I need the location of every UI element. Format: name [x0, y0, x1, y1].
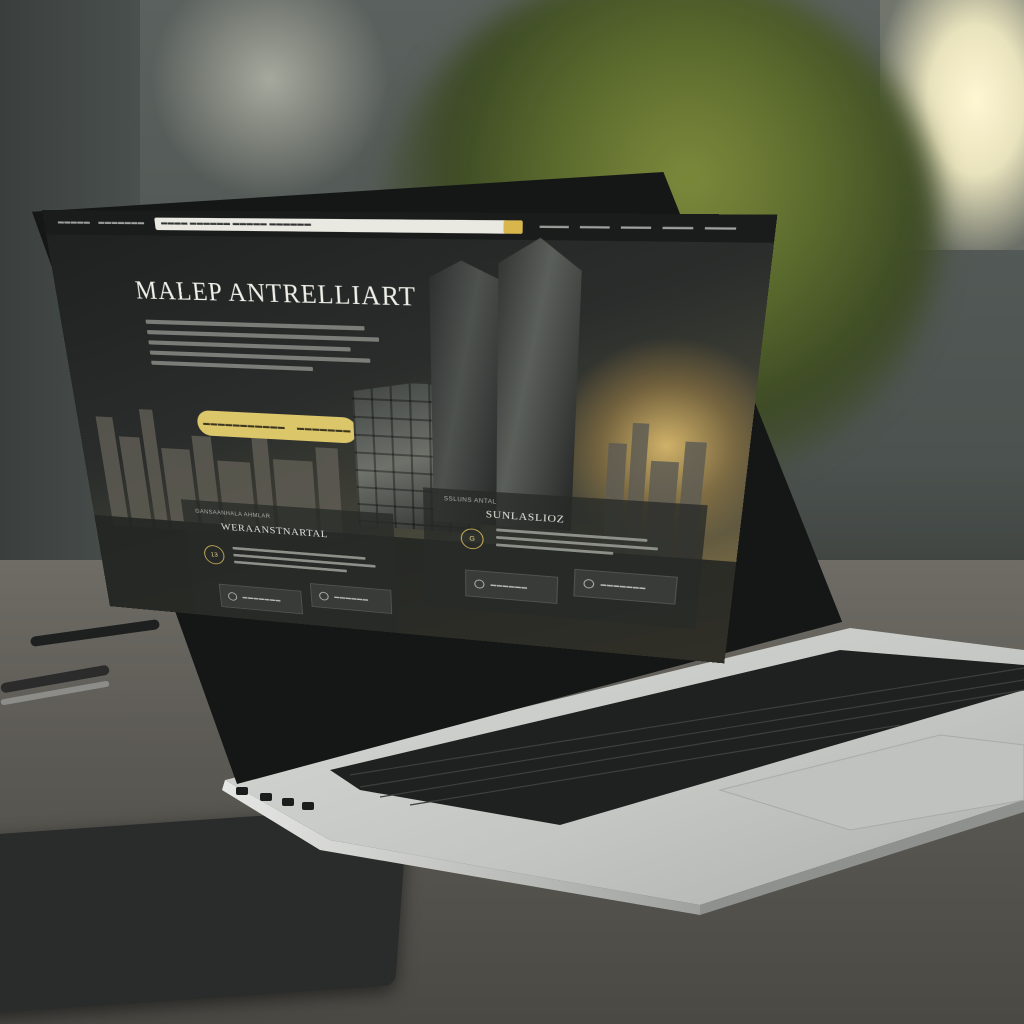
cta-label: ▬▬▬▬▬▬▬▬▬▬▬: [202, 419, 286, 431]
cta-label-secondary: ▬▬▬▬▬▬▬: [296, 424, 352, 435]
feature-panel-right: SSLUNS ANTAL SUNLASLIOZ G ▬▬▬▬▬▬ ▬▬▬▬▬▬▬: [422, 487, 708, 630]
nav-link[interactable]: ▬▬▬▬▬: [57, 219, 90, 226]
circle-icon: [227, 591, 238, 602]
hero-body-text: [145, 319, 386, 381]
office-scene: ▬▬▬▬▬ ▬▬▬▬▬▬▬ ▬▬▬▬ ▬▬▬▬▬▬ ▬▬▬▬▬ ▬▬▬▬▬▬ ▬…: [0, 0, 1024, 1024]
top-nav-left: ▬▬▬▬▬ ▬▬▬▬▬▬▬: [57, 219, 145, 227]
nav-link[interactable]: ▬▬▬▬: [662, 224, 693, 232]
feature-card[interactable]: ▬▬▬▬▬▬: [309, 583, 393, 615]
usb-port: [282, 798, 294, 806]
search-icon[interactable]: [503, 219, 523, 234]
step-badge: 13: [203, 544, 226, 566]
usb-port: [260, 793, 272, 801]
feature-card[interactable]: ▬▬▬▬▬▬: [465, 569, 559, 604]
feature-panel-left: GANSAANHALA AHMLAR WERAANSTNARTAL 13 ▬▬▬…: [180, 499, 398, 633]
circle-icon: [583, 578, 595, 589]
hero-title: MALEP ANTRELLIART: [133, 277, 417, 313]
panel-kicker: GANSAANHALA AHMLAR: [195, 509, 271, 520]
step-badge: G: [460, 527, 484, 550]
usb-port: [236, 787, 248, 795]
card-label: ▬▬▬▬▬▬▬: [600, 582, 647, 592]
circle-icon: [474, 579, 485, 589]
panel-title: WERAANSTNARTAL: [220, 521, 329, 541]
feature-card[interactable]: ▬▬▬▬▬▬▬: [573, 568, 678, 605]
feature-card[interactable]: ▬▬▬▬▬▬▬: [218, 583, 304, 615]
tower-building: [496, 237, 583, 531]
card-label: ▬▬▬▬▬▬: [490, 582, 528, 591]
usb-port: [302, 802, 314, 810]
nav-link[interactable]: ▬▬▬▬: [621, 224, 652, 232]
browser-toolbar: ▬▬▬▬▬ ▬▬▬▬▬▬▬ ▬▬▬▬ ▬▬▬▬▬▬ ▬▬▬▬▬ ▬▬▬▬▬▬ ▬…: [42, 210, 778, 243]
laptop-screen: ▬▬▬▬▬ ▬▬▬▬▬▬▬ ▬▬▬▬ ▬▬▬▬▬▬ ▬▬▬▬▬ ▬▬▬▬▬▬ ▬…: [42, 210, 778, 664]
card-label: ▬▬▬▬▬▬: [334, 594, 369, 603]
nav-link[interactable]: ▬▬▬▬: [540, 223, 569, 231]
top-nav-right: ▬▬▬▬ ▬▬▬▬ ▬▬▬▬ ▬▬▬▬ ▬▬▬▬: [540, 223, 737, 232]
address-text: ▬▬▬▬ ▬▬▬▬▬▬ ▬▬▬▬▬ ▬▬▬▬▬▬: [160, 219, 312, 229]
panel-kicker: SSLUNS ANTAL: [443, 496, 497, 506]
nav-link[interactable]: ▬▬▬▬: [705, 224, 737, 232]
nav-link[interactable]: ▬▬▬▬: [580, 223, 610, 231]
address-bar[interactable]: ▬▬▬▬ ▬▬▬▬▬▬ ▬▬▬▬▬ ▬▬▬▬▬▬: [154, 216, 523, 234]
panel-title: SUNLASLIOZ: [485, 508, 565, 526]
card-label: ▬▬▬▬▬▬▬: [242, 594, 282, 604]
circle-icon: [318, 591, 329, 601]
nav-link[interactable]: ▬▬▬▬▬▬▬: [98, 219, 145, 226]
